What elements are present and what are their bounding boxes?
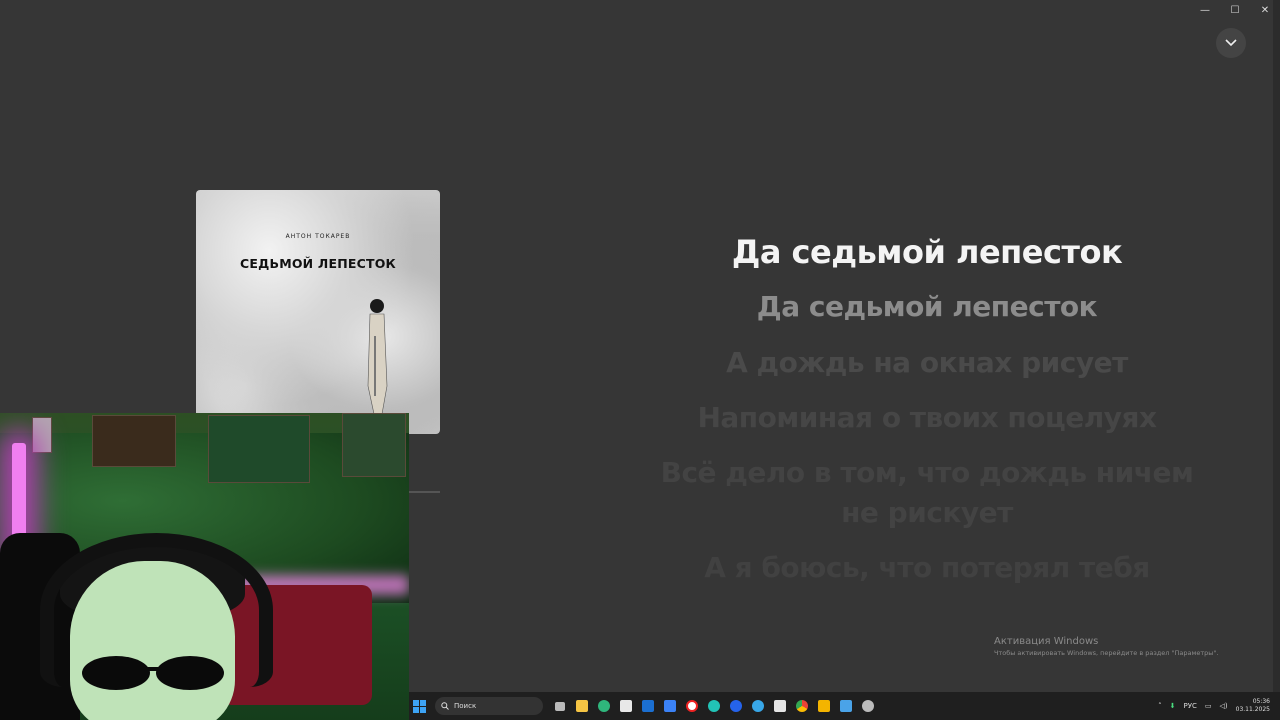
clock[interactable]: 05:36 03.11.2025 bbox=[1236, 698, 1270, 714]
clock-date: 03.11.2025 bbox=[1235, 706, 1270, 713]
telegram-icon[interactable] bbox=[747, 692, 769, 720]
lyric-line[interactable]: А дождь на окнах рисует bbox=[640, 343, 1214, 383]
webcam-overlay bbox=[0, 413, 409, 720]
webcam-poster bbox=[208, 415, 310, 483]
chrome-icon[interactable] bbox=[791, 692, 813, 720]
winamp-icon[interactable] bbox=[813, 692, 835, 720]
photos-icon[interactable] bbox=[835, 692, 857, 720]
edge-icon[interactable] bbox=[593, 692, 615, 720]
clock-time: 05:36 bbox=[1252, 698, 1270, 705]
webcam-poster bbox=[32, 417, 52, 453]
outlook-icon[interactable] bbox=[637, 692, 659, 720]
chevron-down-icon bbox=[1225, 39, 1237, 47]
lyric-line-current[interactable]: Да седьмой лепесток bbox=[640, 232, 1214, 272]
collapse-player-button[interactable] bbox=[1216, 28, 1246, 58]
webcam-poster bbox=[342, 413, 406, 477]
windows-activation-watermark: Активация Windows Чтобы активировать Win… bbox=[994, 636, 1218, 657]
store-icon[interactable] bbox=[615, 692, 637, 720]
task-view-icon[interactable] bbox=[549, 692, 571, 720]
copilot-icon[interactable] bbox=[703, 692, 725, 720]
taskbar: Поиск ˄ ⬇ РУС ▭ ◁) 05:36 03.11.2025 bbox=[409, 692, 1280, 720]
file-explorer-icon[interactable] bbox=[571, 692, 593, 720]
progress-bar[interactable] bbox=[409, 491, 440, 493]
lyric-line[interactable]: Всё дело в том, что дождь ничем не риску… bbox=[640, 453, 1214, 533]
volume-icon[interactable]: ◁) bbox=[1220, 702, 1228, 710]
windows-logo-icon bbox=[412, 699, 426, 713]
activation-subtitle: Чтобы активировать Windows, перейдите в … bbox=[994, 649, 1219, 657]
activation-title: Активация Windows bbox=[994, 636, 1099, 647]
webcam-sunglasses bbox=[82, 656, 224, 690]
lyrics-panel: Да седьмой лепесток Да седьмой лепесток … bbox=[640, 232, 1214, 588]
cover-figure bbox=[367, 299, 388, 414]
search-placeholder: Поиск bbox=[454, 702, 477, 710]
search-icon bbox=[441, 702, 449, 710]
yandex-icon[interactable] bbox=[681, 692, 703, 720]
window-edge bbox=[1273, 0, 1280, 692]
system-tray: ˄ ⬇ РУС ▭ ◁) 05:36 03.11.2025 bbox=[1158, 692, 1270, 720]
download-icon[interactable]: ⬇ bbox=[1170, 702, 1176, 710]
chevron-up-icon[interactable]: ˄ bbox=[1158, 702, 1162, 710]
steam-icon[interactable] bbox=[769, 692, 791, 720]
language-indicator[interactable]: РУС bbox=[1184, 702, 1197, 710]
maximize-button[interactable]: ☐ bbox=[1220, 0, 1250, 20]
start-button[interactable] bbox=[411, 698, 427, 714]
webcam-poster bbox=[92, 415, 176, 467]
settings-icon[interactable] bbox=[857, 692, 879, 720]
todo-icon[interactable] bbox=[659, 692, 681, 720]
network-icon[interactable]: ▭ bbox=[1205, 702, 1212, 710]
lyric-line[interactable]: Да седьмой лепесток bbox=[640, 287, 1214, 327]
lyric-line[interactable]: Напоминая о твоих поцелуях bbox=[640, 398, 1214, 438]
media-player-icon[interactable] bbox=[725, 692, 747, 720]
minimize-button[interactable]: — bbox=[1190, 0, 1220, 20]
window-controls: — ☐ ✕ bbox=[1190, 0, 1280, 20]
lyric-line[interactable]: А я боюсь, что потерял тебя bbox=[640, 548, 1214, 588]
album-cover[interactable]: АНТОН ТОКАРЕВ СЕДЬМОЙ ЛЕПЕСТОК bbox=[196, 190, 440, 434]
taskbar-search[interactable]: Поиск bbox=[435, 697, 543, 715]
cover-artist: АНТОН ТОКАРЕВ bbox=[285, 233, 351, 240]
cover-title: СЕДЬМОЙ ЛЕПЕСТОК bbox=[240, 256, 396, 271]
taskbar-apps bbox=[549, 692, 879, 720]
